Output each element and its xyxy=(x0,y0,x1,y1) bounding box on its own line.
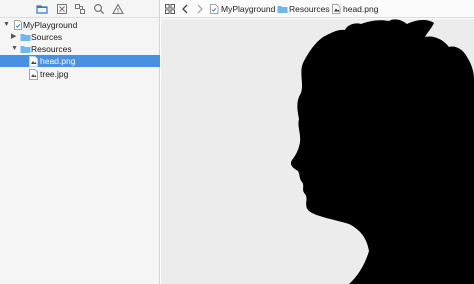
disclosure-collapsed-icon[interactable]: ▶ xyxy=(11,31,19,43)
source-control-icon[interactable] xyxy=(56,3,68,15)
tree-item-resources[interactable]: ▼ Resources xyxy=(0,43,160,55)
folder-icon xyxy=(277,4,288,17)
chevron-right-icon: › xyxy=(325,4,328,14)
woman-head-silhouette xyxy=(290,19,474,284)
navigator-selector-bar xyxy=(0,0,160,18)
disclosure-expanded-icon[interactable]: ▼ xyxy=(3,19,11,31)
tree-item-label: Resources xyxy=(31,44,72,54)
navigator-sidebar: ▼ MyPlayground ▶ Sources ▼ Resources hea… xyxy=(0,0,160,284)
editor-area: MyPlayground › Resources › head.png xyxy=(161,0,474,284)
breadcrumb-myplayground[interactable]: MyPlayground xyxy=(221,0,275,18)
warning-icon[interactable] xyxy=(112,3,124,15)
breadcrumb-head-png[interactable]: head.png xyxy=(343,0,378,18)
tree-item-myplayground[interactable]: ▼ MyPlayground xyxy=(0,19,160,31)
image-file-icon xyxy=(29,69,38,83)
image-file-icon xyxy=(332,4,341,17)
image-preview-canvas xyxy=(161,19,474,284)
jump-bar: MyPlayground › Resources › head.png xyxy=(161,0,474,18)
folder-icon[interactable] xyxy=(36,3,48,15)
breadcrumb-resources[interactable]: Resources xyxy=(289,0,330,18)
forward-arrow-icon[interactable] xyxy=(196,4,204,17)
tree-item-head-png[interactable]: head.png xyxy=(0,55,160,67)
tree-item-label: Sources xyxy=(31,32,63,42)
symbol-icon[interactable] xyxy=(74,3,86,15)
disclosure-expanded-icon[interactable]: ▼ xyxy=(11,43,19,55)
chevron-right-icon: › xyxy=(270,4,273,14)
tree-item-label: MyPlayground xyxy=(23,20,78,30)
tree-item-tree-jpg[interactable]: tree.jpg xyxy=(0,68,160,80)
search-icon[interactable] xyxy=(93,3,105,15)
tree-item-sources[interactable]: ▶ Sources xyxy=(0,31,160,43)
playground-file-icon xyxy=(210,4,219,17)
tree-item-label: head.png xyxy=(40,56,76,66)
grid-icon[interactable] xyxy=(165,4,175,17)
tree-item-label: tree.jpg xyxy=(40,69,69,79)
back-arrow-icon[interactable] xyxy=(181,4,189,17)
